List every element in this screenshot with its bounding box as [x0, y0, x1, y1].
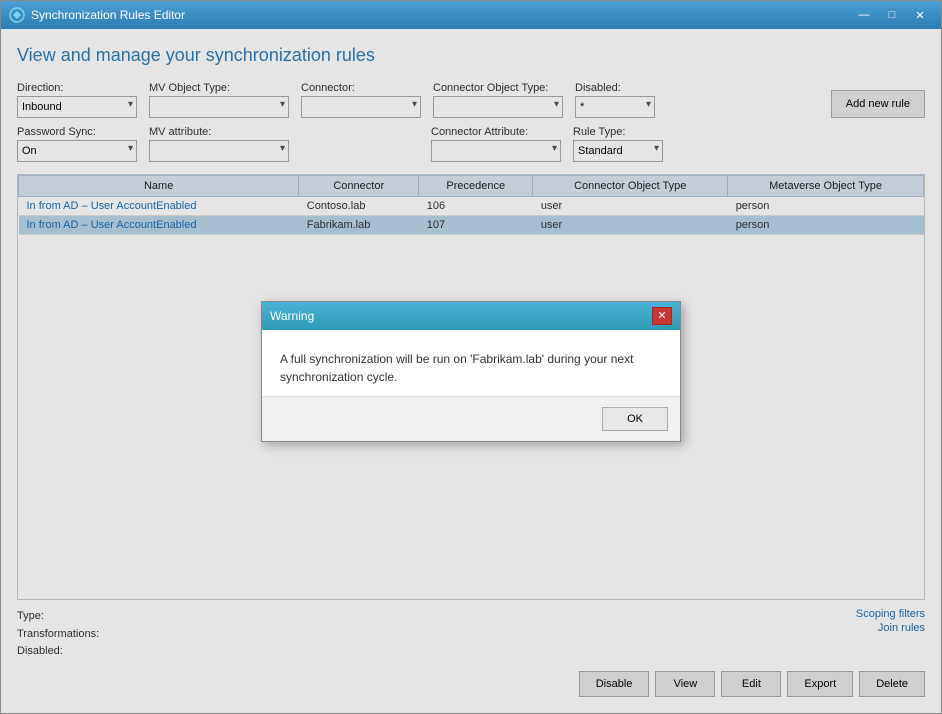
- modal-close-button[interactable]: ✕: [652, 307, 672, 325]
- maximize-button[interactable]: □: [879, 5, 905, 25]
- title-bar: Synchronization Rules Editor — □ ✕: [1, 1, 941, 29]
- window-body: View and manage your synchronization rul…: [1, 29, 941, 713]
- minimize-button[interactable]: —: [851, 5, 877, 25]
- main-window: Synchronization Rules Editor — □ ✕ View …: [0, 0, 942, 714]
- modal-ok-button[interactable]: OK: [602, 407, 668, 431]
- title-bar-left: Synchronization Rules Editor: [9, 7, 185, 23]
- modal-body: A full synchronization will be run on 'F…: [262, 330, 680, 396]
- modal-footer: OK: [262, 396, 680, 441]
- app-icon: [9, 7, 25, 23]
- title-bar-controls: — □ ✕: [851, 5, 933, 25]
- window-title: Synchronization Rules Editor: [31, 8, 185, 22]
- modal-title-bar: Warning ✕: [262, 302, 680, 330]
- modal-message: A full synchronization will be run on 'F…: [280, 350, 662, 386]
- close-button[interactable]: ✕: [907, 5, 933, 25]
- modal-title: Warning: [270, 309, 314, 323]
- warning-modal: Warning ✕ A full synchronization will be…: [261, 301, 681, 442]
- modal-overlay: Warning ✕ A full synchronization will be…: [1, 29, 941, 713]
